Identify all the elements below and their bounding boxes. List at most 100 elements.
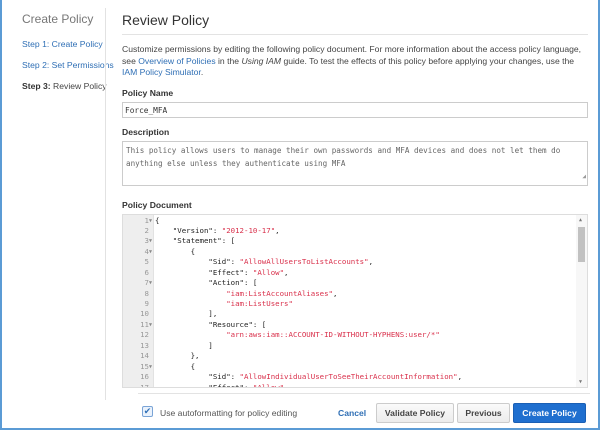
code-token: }, xyxy=(155,351,200,361)
string-token: "Allow" xyxy=(252,267,285,277)
scroll-down-icon[interactable]: ▼ xyxy=(579,379,582,385)
string-token: "AllowAllUsersToListAccounts" xyxy=(239,257,369,267)
code-line: 13 ] xyxy=(123,341,575,351)
code-token: "Resource": [ xyxy=(155,319,267,329)
code-token: "Sid": xyxy=(155,257,240,267)
line-number: 4 xyxy=(144,246,149,256)
code-line: 9 "iam:ListUsers" xyxy=(123,299,575,309)
description-textarea[interactable]: This policy allows users to manage their… xyxy=(122,140,588,186)
code-text: "arn:aws:iam::ACCOUNT-ID-WITHOUT-HYPHENS… xyxy=(155,330,440,339)
code-text: "iam:ListAccountAliases", xyxy=(155,289,337,298)
line-number: 13 xyxy=(140,340,149,350)
code-token: { xyxy=(155,215,160,225)
sidebar-title: Create Policy xyxy=(22,12,94,26)
footer-divider xyxy=(138,393,590,394)
line-number: 9 xyxy=(144,299,149,308)
overview-of-policies-link[interactable]: Overview of Policies xyxy=(138,56,215,66)
code-text: "iam:ListUsers" xyxy=(155,299,293,308)
string-token: "2012-10-17" xyxy=(221,225,276,235)
step-3-prefix: Step 3: xyxy=(22,81,51,91)
code-text: { xyxy=(155,362,195,371)
code-token: , xyxy=(275,225,280,235)
sidebar-divider xyxy=(105,8,106,400)
code-line: 7▼ "Action": [ xyxy=(123,278,575,288)
code-text: }, xyxy=(155,351,200,360)
line-number: 2 xyxy=(144,225,149,235)
validate-policy-button[interactable]: Validate Policy xyxy=(376,403,454,423)
string-token: "arn:aws:iam::ACCOUNT-ID-WITHOUT-HYPHENS… xyxy=(226,330,440,340)
code-text: "Action": [ xyxy=(155,278,257,287)
intro-part: guide. To test the effects of this polic… xyxy=(281,55,575,66)
code-token: { xyxy=(155,361,196,371)
description-label: Description xyxy=(122,126,170,137)
code-line: 5 "Sid": "AllowAllUsersToListAccounts", xyxy=(123,257,575,267)
wizard-sidebar: Create Policy Step 1: Create Policy Step… xyxy=(22,12,114,102)
code-token: "Version": xyxy=(155,225,222,235)
line-number: 7 xyxy=(144,278,149,288)
footer-actions: ✔ Use autoformatting for policy editing … xyxy=(138,402,590,423)
code-text: "Resource": [ xyxy=(155,320,266,329)
editor-scrollbar[interactable]: ▲ ▼ xyxy=(576,214,587,387)
code-token: "Effect": xyxy=(155,382,253,388)
code-line: 2 "Version": "2012-10-17", xyxy=(123,226,575,236)
previous-button[interactable]: Previous xyxy=(457,403,510,423)
string-token: "iam:ListUsers" xyxy=(226,299,293,308)
autoformat-checkbox[interactable]: ✔ xyxy=(142,406,153,417)
line-number: 10 xyxy=(140,309,149,319)
scroll-up-icon[interactable]: ▲ xyxy=(579,217,582,223)
code-line: 6 "Effect": "Allow", xyxy=(123,268,575,278)
checkmark-icon: ✔ xyxy=(143,406,152,416)
resize-grip-icon[interactable]: ◢ xyxy=(582,170,586,184)
policy-name-input[interactable]: Force_MFA xyxy=(122,101,588,118)
description-text: This policy allows users to manage their… xyxy=(126,145,561,169)
code-line: 4▼ { xyxy=(123,247,575,257)
line-number: 6 xyxy=(144,267,149,277)
string-token: "iam:ListAccountAliases" xyxy=(226,288,333,298)
code-token: , xyxy=(333,288,338,298)
create-policy-button[interactable]: Create Policy xyxy=(513,403,586,423)
line-number: 16 xyxy=(140,372,149,382)
step-3-label: Review Policy xyxy=(53,81,107,91)
step-2-link[interactable]: Step 2: Set Permissions xyxy=(22,60,114,70)
code-token: "Statement": [ xyxy=(155,236,236,246)
string-token: "Allow" xyxy=(252,382,285,388)
policy-document-editor[interactable]: 1▼{2 "Version": "2012-10-17", 3▼ "Stateme… xyxy=(122,213,588,388)
step-1-link[interactable]: Step 1: Create Policy xyxy=(22,39,106,49)
code-token: "Effect": xyxy=(155,267,253,277)
code-token: ] xyxy=(155,340,213,350)
code-text: ], xyxy=(155,309,217,318)
line-number: 15 xyxy=(140,361,149,371)
code-text: "Sid": "AllowAllUsersToListAccounts", xyxy=(155,257,373,266)
code-area[interactable]: 1▼{2 "Version": "2012-10-17", 3▼ "Stateme… xyxy=(123,216,575,388)
code-token: , xyxy=(284,267,289,277)
policy-document-label: Policy Document xyxy=(122,199,192,210)
step-3-current: Step 3: Review Policy xyxy=(22,81,107,91)
iam-policy-simulator-link[interactable]: IAM Policy Simulator xyxy=(122,67,201,77)
main-content: Review Policy Customize permissions by e… xyxy=(122,12,588,388)
code-line: 1▼{ xyxy=(123,216,575,226)
page-title: Review Policy xyxy=(122,12,588,35)
line-number: 3 xyxy=(144,236,149,246)
code-text: "Effect": "Allow", xyxy=(155,267,289,277)
code-token: , xyxy=(368,257,374,267)
code-text: "Statement": [ xyxy=(155,236,235,245)
line-number: 11 xyxy=(140,319,149,329)
code-line: 14 }, xyxy=(123,351,575,361)
code-token: ], xyxy=(155,309,218,319)
cancel-link[interactable]: Cancel xyxy=(338,408,366,418)
code-text: "Effect": "Allow", xyxy=(155,382,288,388)
code-token: { xyxy=(155,246,196,256)
intro-emphasis: Using IAM xyxy=(241,55,282,66)
code-line: 17 "Effect": "Allow", xyxy=(123,382,575,388)
code-text: ] xyxy=(155,340,213,350)
scrollbar-thumb[interactable] xyxy=(578,226,585,262)
line-number: 12 xyxy=(140,330,149,340)
code-line: 8 "iam:ListAccountAliases", xyxy=(123,289,575,299)
autoformat-label[interactable]: Use autoformatting for policy editing xyxy=(160,408,297,418)
code-text: { xyxy=(155,247,195,256)
line-number: 5 xyxy=(144,257,149,267)
code-line: 15▼ { xyxy=(123,362,575,372)
